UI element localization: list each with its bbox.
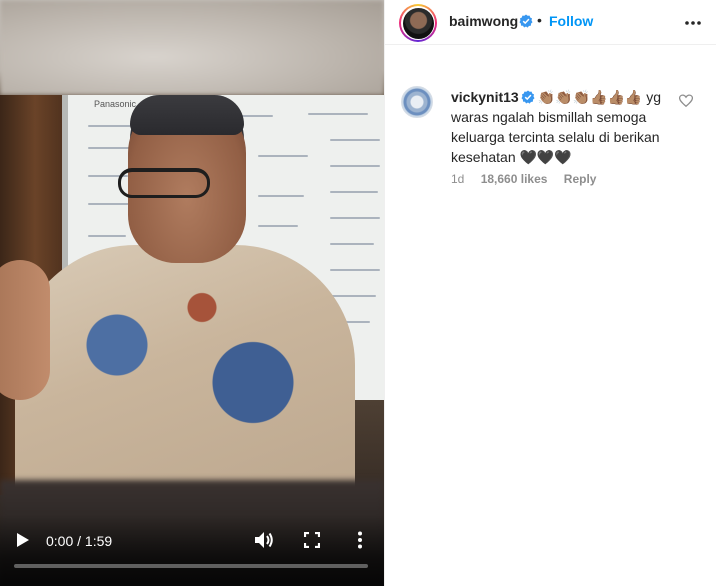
post-header: baimwong • Follow — [385, 0, 716, 45]
comment-body: vickynit13 👏🏽👏🏽👏🏽👍🏽👍🏽👍🏽 yg waras ngalah … — [451, 87, 677, 167]
header-separator: • — [537, 12, 542, 28]
volume-icon — [255, 532, 273, 548]
comment-meta: 1d 18,660 likes Reply — [451, 172, 609, 186]
video-time: 0:00 / 1:59 — [46, 533, 113, 549]
video-progress-bar[interactable] — [14, 564, 368, 568]
like-comment-button[interactable] — [678, 94, 694, 108]
commenter-username[interactable]: vickynit13 — [451, 89, 519, 105]
more-horizontal-icon — [685, 21, 701, 25]
video-person-hair-top — [130, 95, 244, 135]
whiteboard-brand: Panasonic — [94, 99, 137, 109]
author-username[interactable]: baimwong — [449, 13, 518, 29]
video-blur-background — [0, 0, 384, 95]
post-side-panel: baimwong • Follow vickynit13 👏🏽👏🏽👏🏽👍🏽👍🏽👍… — [384, 0, 716, 586]
reply-button[interactable]: Reply — [564, 172, 597, 186]
commenter-avatar[interactable] — [401, 86, 433, 118]
author-avatar-image — [402, 7, 434, 39]
verified-icon — [521, 90, 535, 104]
video-player[interactable]: Panasonic 0:00 / 1:59 — [0, 0, 384, 586]
play-button[interactable] — [12, 529, 34, 551]
play-icon — [17, 533, 29, 547]
follow-button[interactable]: Follow — [549, 13, 593, 29]
post-options-button[interactable] — [681, 13, 705, 33]
video-person-glasses — [118, 168, 210, 198]
fullscreen-button[interactable] — [301, 529, 323, 551]
more-vertical-icon — [358, 531, 362, 549]
comment-likes[interactable]: 18,660 likes — [481, 172, 548, 186]
author-avatar[interactable] — [399, 4, 437, 42]
verified-icon — [519, 14, 533, 28]
comment-age: 1d — [451, 172, 465, 186]
heart-outline-icon — [678, 94, 694, 108]
volume-button[interactable] — [253, 529, 275, 551]
video-controls: 0:00 / 1:59 — [0, 515, 384, 586]
video-person-hand — [0, 260, 50, 400]
fullscreen-icon — [304, 532, 320, 548]
video-person-shirt — [15, 245, 355, 495]
video-more-button[interactable] — [349, 529, 371, 551]
